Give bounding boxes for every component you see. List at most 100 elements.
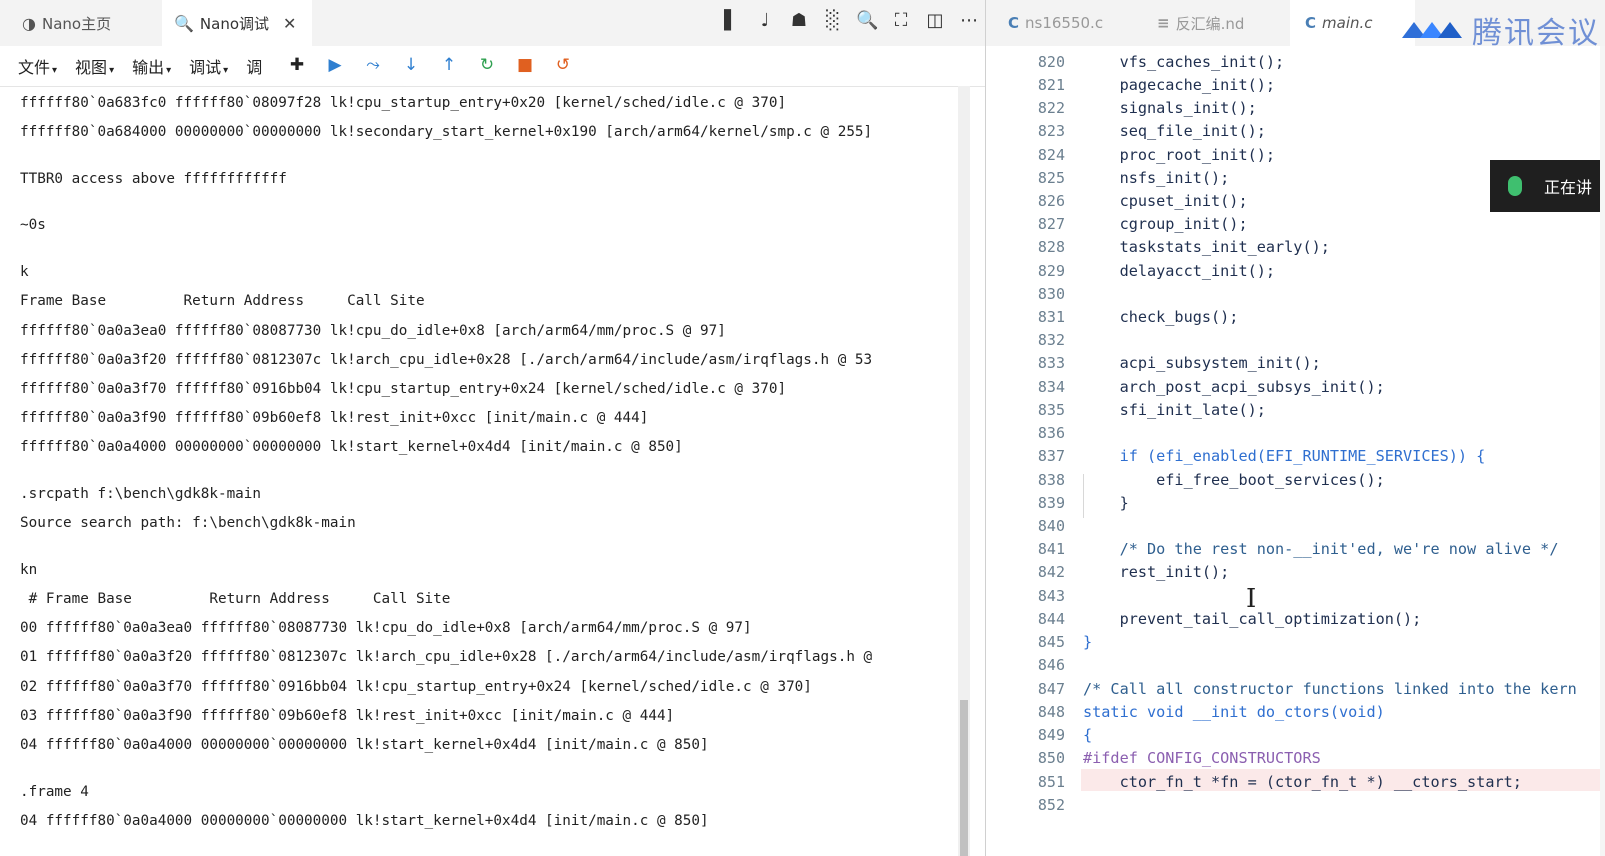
line-number: 831 xyxy=(1037,308,1065,326)
debug-search-icon: 🔍 xyxy=(174,13,194,33)
restart-icon[interactable]: ↻ xyxy=(478,55,496,75)
line-number: 848 xyxy=(1037,703,1065,721)
music-icon[interactable]: ♩ xyxy=(754,10,776,31)
microphone-icon xyxy=(1508,176,1522,196)
output-scrollbar-thumb[interactable] xyxy=(960,700,968,856)
search-icon[interactable]: 🔍 xyxy=(856,10,878,31)
console-line: 03 ffffff80`0a0a3f90 ffffff80`09b60ef8 l… xyxy=(20,708,675,724)
line-number: 839 xyxy=(1037,494,1065,512)
code-line: delayacct_init(); xyxy=(1083,262,1276,280)
menu-view-label: 视图 xyxy=(75,58,108,77)
tab-label: Nano主页 xyxy=(41,14,112,33)
line-number: 821 xyxy=(1037,76,1065,94)
console-line: ffffff80`0a683fc0 ffffff80`08097f28 lk!c… xyxy=(20,95,787,111)
tab-disassembly[interactable]: ≡ 反汇编.nd xyxy=(1157,0,1244,46)
c-file-icon: C xyxy=(1008,14,1020,32)
c-file-icon: C xyxy=(1305,14,1317,32)
tab-nano-debug[interactable]: 🔍 Nano调试 ✕ xyxy=(162,0,312,46)
console-line: Frame Base Return Address Call Site xyxy=(20,293,425,309)
code-line: } xyxy=(1083,633,1093,651)
code-line: vfs_caches_init(); xyxy=(1083,53,1285,71)
nano-home-icon: ◑ xyxy=(22,13,36,33)
console-line: 00 ffffff80`0a0a3ea0 ffffff80`08087730 l… xyxy=(20,620,752,636)
tab-ns16550[interactable]: C ns16550.c xyxy=(1008,0,1103,46)
line-number: 847 xyxy=(1037,680,1065,698)
fullscreen-icon[interactable]: ⛶ xyxy=(890,10,912,31)
menu-more[interactable]: 调 xyxy=(246,54,262,78)
line-number: 851 xyxy=(1037,773,1065,791)
tab-label: 反汇编.nd xyxy=(1175,14,1245,33)
code-line: static void __init do_ctors(void) xyxy=(1083,703,1385,721)
move-icon[interactable]: ✚ xyxy=(288,55,306,75)
code-line: arch_post_acpi_subsys_init(); xyxy=(1083,378,1385,396)
tab-main-c[interactable]: C main.c xyxy=(1305,0,1373,46)
console-line: ffffff80`0a684000 00000000`00000000 lk!s… xyxy=(20,124,873,140)
chevron-down-icon: ▾ xyxy=(166,65,172,76)
code-line: acpi_subsystem_init(); xyxy=(1083,354,1321,372)
more-icon[interactable]: ⋯ xyxy=(958,10,980,31)
line-number: 836 xyxy=(1037,424,1065,442)
code-line: } xyxy=(1083,494,1129,512)
line-number: 852 xyxy=(1037,796,1065,814)
console-line: ffffff80`0a0a3f90 ffffff80`09b60ef8 lk!r… xyxy=(20,410,649,426)
line-number: 833 xyxy=(1037,354,1065,372)
tab-label: Nano调试 xyxy=(199,14,270,33)
run-icon[interactable]: ▶ xyxy=(326,55,344,75)
editor-scrollbar[interactable] xyxy=(1600,46,1605,856)
console-line: 04 ffffff80`0a0a4000 00000000`00000000 l… xyxy=(20,737,709,753)
line-number: 850 xyxy=(1037,749,1065,767)
logo-text: 腾讯会议 xyxy=(1472,16,1600,51)
line-number: 840 xyxy=(1037,517,1065,535)
code-line: { xyxy=(1083,726,1093,744)
line-number: 826 xyxy=(1037,192,1065,210)
console-line: ffffff80`0a0a3f20 ffffff80`0812307c lk!a… xyxy=(20,352,873,368)
disasm-file-icon: ≡ xyxy=(1157,14,1170,32)
stack-icon[interactable]: ☗ xyxy=(788,10,810,31)
line-number: 823 xyxy=(1037,122,1065,140)
tab-nano-home[interactable]: ◑ Nano主页 xyxy=(22,0,162,46)
console-line: Source search path: f:\bench\gdk8k-main xyxy=(20,515,356,531)
line-number: 838 xyxy=(1037,471,1065,489)
stop-icon[interactable]: ■ xyxy=(516,55,534,75)
line-number: 824 xyxy=(1037,146,1065,164)
code-line: ctor_fn_t *fn = (ctor_fn_t *) __ctors_st… xyxy=(1083,773,1522,791)
close-icon[interactable]: ✕ xyxy=(283,14,296,33)
code-line: if (efi_enabled(EFI_RUNTIME_SERVICES)) { xyxy=(1083,447,1486,465)
menu-file-label: 文件 xyxy=(18,58,51,77)
console-line: .srcpath f:\bench\gdk8k-main xyxy=(20,486,262,502)
menu-debug[interactable]: 调试 ▾ xyxy=(189,54,228,78)
line-number: 820 xyxy=(1037,53,1065,71)
step-over-icon[interactable]: ⤳ xyxy=(364,55,382,75)
step-into-icon[interactable]: ↓ xyxy=(402,55,420,75)
detach-icon[interactable]: ↺ xyxy=(554,55,572,75)
menu-output[interactable]: 输出 ▾ xyxy=(132,54,171,78)
code-line: taskstats_init_early(); xyxy=(1083,238,1330,256)
code-line: efi_free_boot_services(); xyxy=(1083,471,1385,489)
disasm-icon[interactable]: ▌ xyxy=(720,10,742,31)
memory-icon[interactable]: ░ xyxy=(822,10,844,31)
menu-view[interactable]: 视图 ▾ xyxy=(75,54,114,78)
console-line: kn xyxy=(20,562,38,578)
code-line: nsfs_init(); xyxy=(1083,169,1230,187)
code-line: cpuset_init(); xyxy=(1083,192,1248,210)
code-line: rest_init(); xyxy=(1083,563,1230,581)
source-editor xyxy=(986,0,1605,856)
chevron-down-icon: ▾ xyxy=(52,65,58,76)
split-view-icon[interactable]: ◫ xyxy=(924,10,946,31)
meeting-logo-icon xyxy=(1402,22,1462,38)
line-number: 825 xyxy=(1037,169,1065,187)
line-number: 822 xyxy=(1037,99,1065,117)
line-number: 849 xyxy=(1037,726,1065,744)
text-cursor-icon: I xyxy=(1246,584,1257,614)
line-number: 844 xyxy=(1037,610,1065,628)
menu-file[interactable]: 文件 ▾ xyxy=(18,54,57,78)
menu-debug-label: 调试 xyxy=(189,58,222,77)
console-line: ffffff80`0a0a3f70 ffffff80`0916bb04 lk!c… xyxy=(20,381,787,397)
console-line: k xyxy=(20,264,29,280)
console-line: ffffff80`0a0a3ea0 ffffff80`08087730 lk!c… xyxy=(20,323,726,339)
tab-label: ns16550.c xyxy=(1025,14,1104,32)
tencent-meeting-logo: 腾讯会议 xyxy=(1400,10,1605,51)
code-line: pagecache_init(); xyxy=(1083,76,1276,94)
code-line: cgroup_init(); xyxy=(1083,215,1248,233)
step-out-icon[interactable]: ↑ xyxy=(440,55,458,75)
